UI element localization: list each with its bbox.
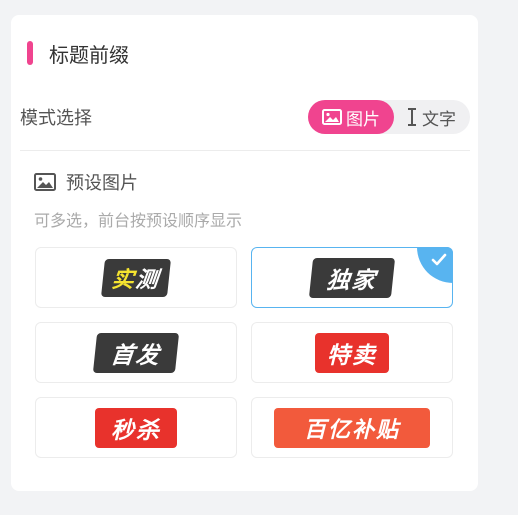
image-icon: [34, 173, 56, 191]
preset-badge-miaosha: 秒杀: [95, 407, 177, 448]
mode-text-label: 文字: [422, 109, 456, 130]
preset-item-dujia[interactable]: 独家: [251, 247, 453, 308]
preset-badge-shoufa: 首发: [92, 332, 180, 373]
section-title: 标题前缀: [49, 42, 129, 67]
preset-badge-shice: 实测: [101, 258, 171, 297]
divider: [20, 150, 470, 151]
accent-bar: [27, 41, 33, 65]
preset-title: 预设图片: [66, 173, 138, 194]
preset-item-shoufa[interactable]: 首发: [35, 322, 237, 383]
selected-check-corner: [417, 247, 453, 283]
preset-badge-temai: 特卖: [315, 332, 389, 373]
section-header: 标题前缀: [27, 40, 129, 67]
mode-text-button[interactable]: 文字: [394, 100, 470, 134]
mode-label: 模式选择: [20, 108, 92, 129]
preset-item-baiyibutie[interactable]: 百亿补贴: [251, 397, 453, 458]
preset-header: 预设图片: [34, 170, 138, 194]
preset-hint: 可多选，前台按预设顺序显示: [34, 211, 243, 230]
mode-segmented-control: 图片 文字: [308, 100, 470, 134]
mode-image-label: 图片: [346, 109, 380, 130]
preset-badge-baiyibutie: 百亿补贴: [274, 407, 430, 448]
text-cursor-icon: [408, 108, 416, 126]
mode-image-button[interactable]: 图片: [308, 100, 394, 134]
preset-item-miaosha[interactable]: 秒杀: [35, 397, 237, 458]
check-icon: [431, 253, 447, 266]
preset-item-shice[interactable]: 实测: [35, 247, 237, 308]
preset-badge-shice-part2: 测: [134, 267, 162, 293]
preset-badge-shice-part1: 实: [110, 267, 138, 293]
mode-row: 模式选择 图片 文字: [20, 100, 470, 134]
preset-item-temai[interactable]: 特卖: [251, 322, 453, 383]
image-icon: [322, 109, 342, 125]
preset-badge-dujia: 独家: [308, 257, 396, 298]
